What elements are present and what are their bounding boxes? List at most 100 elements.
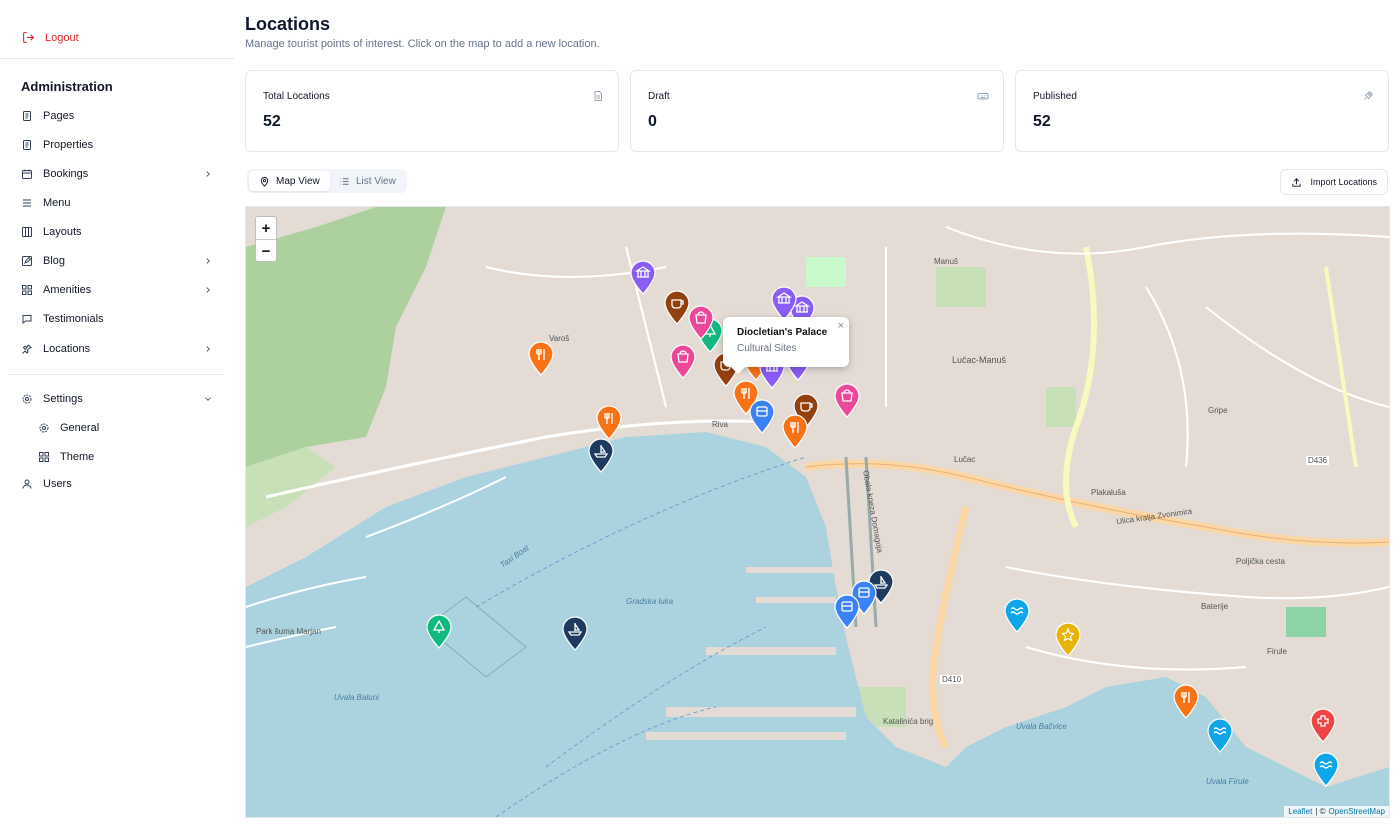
map-label: Poljička cesta	[1236, 557, 1285, 566]
map-marker-restaurant[interactable]	[781, 413, 809, 449]
stat-label: Draft	[648, 91, 670, 102]
sidebar-item-bookings[interactable]: Bookings	[21, 164, 213, 184]
gear-icon	[38, 422, 50, 434]
map-label: Uvala Baluni	[334, 693, 379, 702]
map-label: Manuš	[934, 257, 959, 266]
map-marker-culture[interactable]	[629, 259, 657, 295]
map-label: Firule	[1267, 647, 1288, 656]
popup-subtitle: Cultural Sites	[737, 343, 797, 354]
location-popup: Diocletian's Palace Cultural Sites ×	[723, 317, 849, 374]
map-label: Park šuma Marjan	[256, 627, 321, 636]
map-marker-nature[interactable]	[425, 613, 453, 649]
admin-title: Administration	[21, 79, 113, 94]
sidebar-item-testimonials[interactable]: Testimonials	[21, 309, 213, 329]
keyboard-icon	[977, 93, 989, 100]
leaflet-link[interactable]: Leaflet	[1288, 807, 1312, 816]
map-attribution: Leaflet | © OpenStreetMap	[1284, 806, 1389, 817]
osm-link[interactable]: OpenStreetMap	[1329, 807, 1385, 816]
sidebar-item-label: Blog	[43, 255, 66, 267]
page-subtitle: Manage tourist points of interest. Click…	[245, 38, 600, 50]
user-icon	[21, 478, 33, 490]
chevron-right-icon	[206, 258, 210, 264]
logout-label: Logout	[45, 31, 79, 44]
map-label: Lučac-Manuš	[952, 355, 1007, 365]
map-marker-bus[interactable]	[748, 398, 776, 434]
sidebar-item-label: Theme	[60, 451, 95, 463]
map-canvas[interactable]: Varoš Riva Manuš Lučac-Manuš Lučac Gripe…	[245, 206, 1390, 818]
sidebar-item-label: Bookings	[43, 168, 89, 180]
attribution-separator: | ©	[1315, 807, 1326, 816]
chevron-down-icon	[205, 397, 211, 401]
sidebar-item-menu[interactable]: Menu	[21, 193, 213, 213]
zoom-in-button[interactable]: +	[256, 217, 276, 239]
chevron-right-icon	[206, 346, 210, 352]
sidebar-item-general[interactable]: General	[38, 418, 213, 438]
stat-label: Total Locations	[263, 91, 330, 102]
map-marker-restaurant[interactable]	[595, 404, 623, 440]
sidebar-item-label: Testimonials	[43, 313, 104, 325]
logout-button[interactable]: Logout	[22, 31, 79, 44]
map-marker-health[interactable]	[1309, 707, 1337, 743]
tab-map-view[interactable]: Map View	[249, 171, 330, 191]
popup-title: Diocletian's Palace	[737, 327, 828, 338]
sidebar-item-pages[interactable]: Pages	[21, 106, 213, 126]
map-marker-boat[interactable]	[587, 437, 615, 473]
upload-icon	[1292, 177, 1302, 187]
sidebar: Logout Administration Pages Properties B…	[0, 0, 234, 829]
calendar-icon	[21, 168, 33, 180]
import-locations-button[interactable]: Import Locations	[1280, 169, 1388, 195]
map-label: Uvala Bačvice	[1016, 722, 1067, 731]
map-marker-beach[interactable]	[1003, 597, 1031, 633]
map-marker-shopping[interactable]	[669, 343, 697, 379]
view-tabs: Map View List View	[247, 169, 407, 193]
map-label: Baterije	[1201, 602, 1229, 611]
sidebar-item-label: Locations	[43, 343, 91, 355]
stat-value: 0	[648, 113, 657, 130]
tab-list-view[interactable]: List View	[329, 171, 406, 191]
gear-icon	[21, 393, 33, 405]
sidebar-item-layouts[interactable]: Layouts	[21, 222, 213, 242]
zoom-control: + −	[255, 216, 277, 262]
map-label: D436	[1306, 456, 1330, 465]
sidebar-item-locations[interactable]: Locations	[21, 339, 213, 359]
edit-icon	[21, 255, 33, 267]
sidebar-item-users[interactable]: Users	[21, 474, 213, 494]
message-icon	[21, 313, 33, 325]
map-marker-boat[interactable]	[561, 615, 589, 651]
zoom-out-button[interactable]: −	[256, 239, 276, 262]
map-marker-restaurant[interactable]	[1172, 683, 1200, 719]
map-marker-shopping[interactable]	[687, 304, 715, 340]
map-marker-bus[interactable]	[833, 593, 861, 629]
popup-close-button[interactable]: ×	[838, 320, 844, 332]
map-label: Gradska luka	[626, 597, 674, 606]
sidebar-item-label: Amenities	[43, 284, 92, 296]
map-marker-shopping[interactable]	[833, 382, 861, 418]
sidebar-item-label: General	[60, 422, 100, 434]
tab-label: Map View	[276, 175, 320, 187]
sidebar-item-label: Menu	[43, 197, 71, 209]
sidebar-item-amenities[interactable]: Amenities	[21, 280, 213, 300]
sidebar-item-settings[interactable]: Settings	[21, 389, 213, 409]
grid-icon	[38, 451, 50, 463]
sidebar-item-blog[interactable]: Blog	[21, 251, 213, 271]
map-marker-beach[interactable]	[1312, 751, 1340, 787]
page-title: Locations	[245, 14, 331, 34]
stat-label: Published	[1033, 91, 1077, 102]
pin-icon	[21, 343, 33, 355]
document-icon	[594, 91, 602, 101]
file-icon	[21, 139, 33, 151]
sidebar-item-properties[interactable]: Properties	[21, 135, 213, 155]
menu-icon	[21, 197, 33, 209]
map-label: D410	[940, 675, 964, 684]
stat-card-total: Total Locations 52	[245, 70, 619, 152]
sidebar-item-label: Layouts	[43, 226, 82, 238]
map-label: Katalinića brig	[883, 717, 934, 726]
sidebar-item-theme[interactable]: Theme	[38, 447, 213, 467]
map-label: Uvala Firule	[1206, 777, 1249, 786]
map-label: Plakaluša	[1091, 488, 1126, 497]
sidebar-item-label: Pages	[43, 110, 75, 122]
map-marker-restaurant[interactable]	[527, 340, 555, 376]
map-marker-beach[interactable]	[1206, 717, 1234, 753]
map-marker-culture[interactable]	[770, 285, 798, 321]
map-marker-nightlife[interactable]	[1054, 621, 1082, 657]
